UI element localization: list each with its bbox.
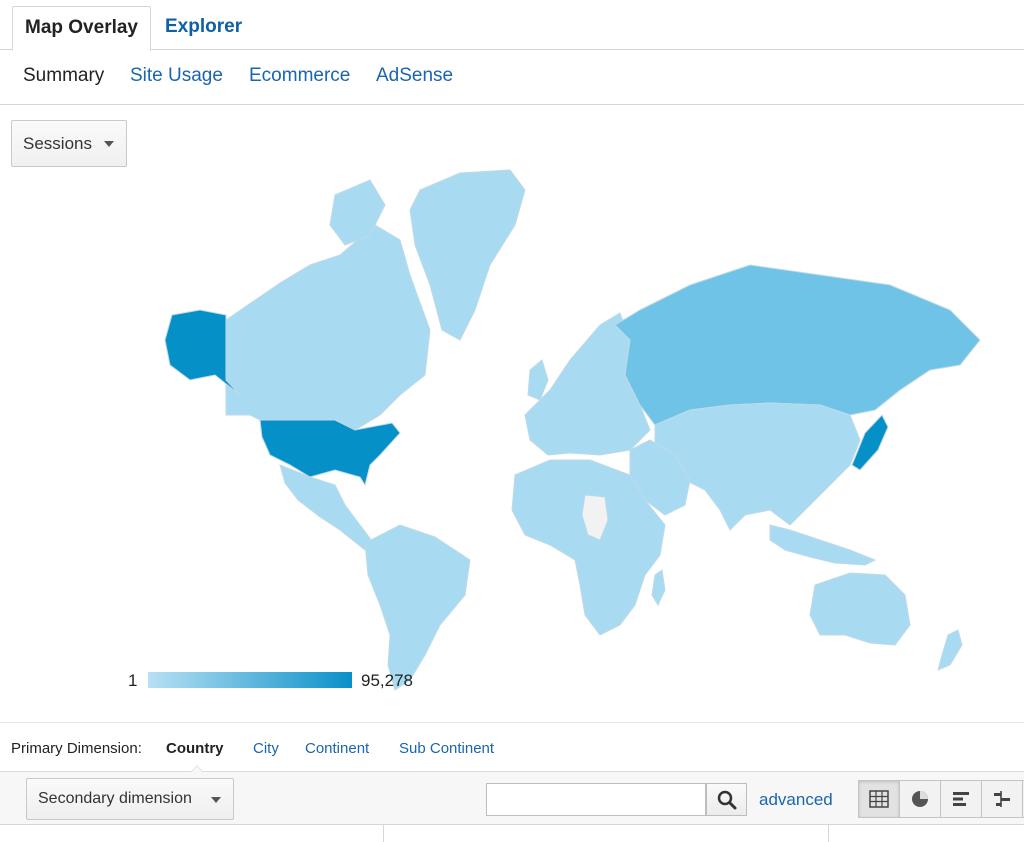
comparison-icon <box>994 791 1010 807</box>
subtab-adsense[interactable]: AdSense <box>376 65 453 87</box>
region-united-kingdom[interactable] <box>527 359 549 401</box>
tab-map-overlay[interactable]: Map Overlay <box>12 6 151 51</box>
table-column-divider <box>383 825 384 842</box>
secondary-dimension-dropdown[interactable]: Secondary dimension <box>26 778 234 820</box>
region-southeast-asia[interactable] <box>769 524 877 566</box>
advanced-filter-link[interactable]: advanced <box>759 790 833 810</box>
dimension-continent[interactable]: Continent <box>305 740 369 757</box>
world-map-svg[interactable] <box>130 165 990 705</box>
primary-dimension-bar: Primary Dimension: Country City Continen… <box>0 722 1024 773</box>
region-new-zealand[interactable] <box>937 629 963 671</box>
subtab-summary[interactable]: Summary <box>23 65 104 87</box>
metric-dropdown-value: Sessions <box>23 134 92 153</box>
caret-down-icon <box>104 141 114 147</box>
data-table-header <box>0 824 1024 842</box>
dimension-city[interactable]: City <box>253 740 279 757</box>
bar-performance-icon <box>953 792 969 806</box>
view-comparison-button[interactable] <box>982 781 1023 817</box>
subtab-ecommerce[interactable]: Ecommerce <box>249 65 350 87</box>
region-madagascar[interactable] <box>651 569 666 607</box>
dimension-country[interactable]: Country <box>166 740 224 757</box>
legend-max-value: 95,278 <box>361 671 413 690</box>
dimension-sub-continent[interactable]: Sub Continent <box>399 740 494 757</box>
tab-explorer[interactable]: Explorer <box>153 6 254 51</box>
table-toolbar: Secondary dimension advanced <box>0 772 1024 824</box>
caret-down-icon <box>211 797 221 803</box>
subtab-site-usage[interactable]: Site Usage <box>130 65 223 87</box>
search-icon <box>717 790 737 810</box>
metric-dropdown[interactable]: Sessions <box>11 120 127 167</box>
view-percentage-button[interactable] <box>900 781 941 817</box>
legend-min-value: 1 <box>128 671 138 690</box>
primary-dimension-label: Primary Dimension: <box>11 740 142 757</box>
region-australia[interactable] <box>809 572 911 646</box>
table-view-switcher <box>858 780 1024 818</box>
region-asia[interactable] <box>654 402 861 531</box>
region-greenland[interactable] <box>409 169 526 341</box>
table-column-divider <box>828 825 829 842</box>
world-map[interactable] <box>130 165 990 705</box>
pie-chart-icon <box>912 791 928 807</box>
view-performance-button[interactable] <box>941 781 982 817</box>
report-tabs: Map Overlay Explorer <box>0 0 1024 51</box>
region-russia[interactable] <box>614 264 981 426</box>
metric-group-tabs: Summary Site Usage Ecommerce AdSense <box>0 51 1024 105</box>
region-united-states[interactable] <box>259 419 401 487</box>
region-south-america[interactable] <box>364 524 471 691</box>
table-search-input[interactable] <box>486 783 706 816</box>
view-data-table-button[interactable] <box>859 781 900 817</box>
legend-gradient-bar <box>148 672 352 688</box>
grid-icon <box>869 790 889 808</box>
region-canada[interactable] <box>225 224 431 431</box>
secondary-dimension-label: Secondary dimension <box>38 790 192 807</box>
search-button[interactable] <box>706 783 747 816</box>
